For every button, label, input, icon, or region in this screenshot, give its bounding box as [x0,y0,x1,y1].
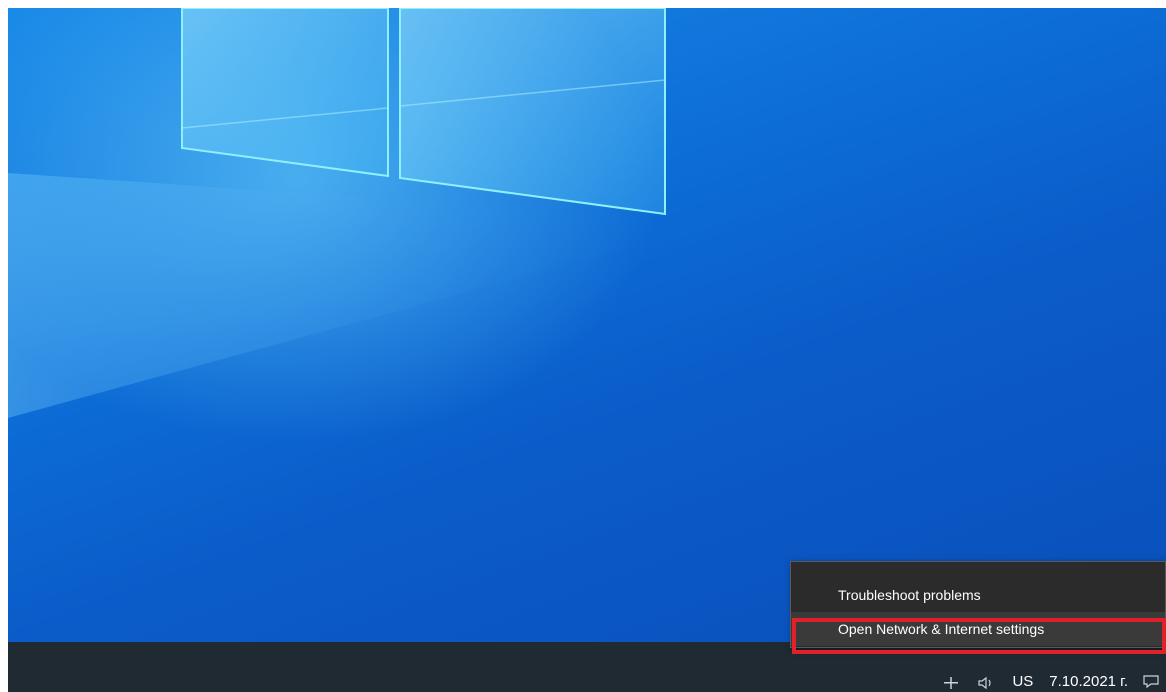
volume-icon[interactable] [976,674,998,690]
menu-item-open-network-settings[interactable]: Open Network & Internet settings [791,612,1165,646]
network-context-menu: Troubleshoot problems Open Network & Int… [790,561,1166,648]
network-icon[interactable] [940,674,962,690]
screen: US 7.10.2021 г. Troubleshoot problems Op… [8,8,1166,692]
notification-icon[interactable] [1142,674,1162,690]
system-tray: US 7.10.2021 г. [940,642,1166,692]
taskbar: US 7.10.2021 г. [8,642,1166,692]
clock-date[interactable]: 7.10.2021 г. [1049,673,1128,690]
menu-item-troubleshoot-problems[interactable]: Troubleshoot problems [791,578,1165,612]
language-indicator[interactable]: US [1012,673,1033,690]
desktop-wallpaper[interactable] [8,8,1166,642]
windows-logo-wallpaper [8,8,666,418]
